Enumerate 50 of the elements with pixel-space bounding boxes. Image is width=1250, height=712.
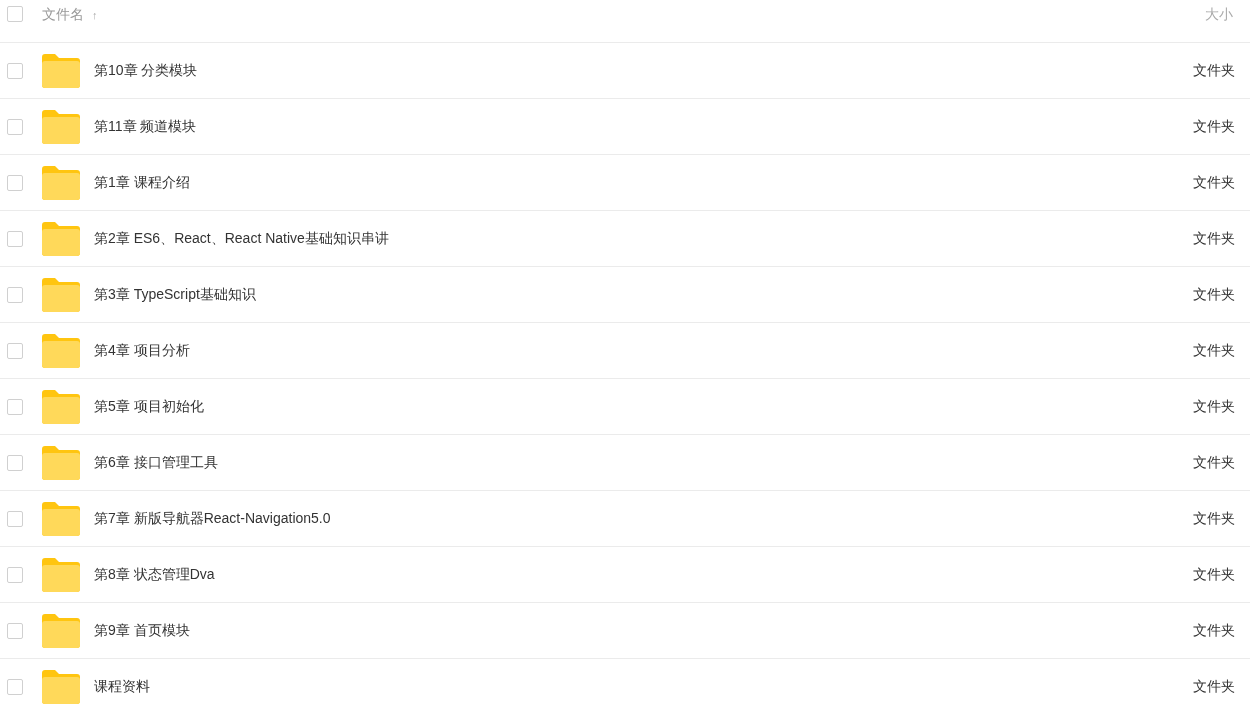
file-name[interactable]: 第4章 项目分析 [94,341,190,360]
file-size: 文件夹 [1193,565,1235,584]
checkbox[interactable] [7,398,23,415]
file-name[interactable]: 第11章 频道模块 [94,117,197,136]
folder-icon [42,277,80,312]
file-size: 文件夹 [1193,621,1235,640]
folder-icon [42,389,80,424]
folder-icon [42,445,80,480]
file-size: 文件夹 [1193,509,1235,528]
file-name[interactable]: 课程资料 [94,677,150,696]
checkbox[interactable] [7,454,23,471]
folder-icon [42,557,80,592]
file-name[interactable]: 第7章 新版导航器React-Navigation5.0 [94,509,331,528]
checkbox[interactable] [7,622,23,639]
checkbox[interactable] [7,230,23,247]
file-name[interactable]: 第10章 分类模块 [94,61,198,80]
file-name[interactable]: 第3章 TypeScript基础知识 [94,285,256,304]
file-size: 文件夹 [1193,285,1235,304]
file-name[interactable]: 第6章 接口管理工具 [94,453,218,472]
file-size: 文件夹 [1193,677,1235,696]
folder-icon [42,669,80,704]
checkbox[interactable] [7,62,23,79]
file-name[interactable]: 第5章 项目初始化 [94,397,204,416]
file-size: 文件夹 [1193,61,1235,80]
checkbox[interactable] [7,342,23,359]
folder-icon [42,109,80,144]
checkbox[interactable] [7,678,23,695]
file-size: 文件夹 [1193,229,1235,248]
folder-icon [42,221,80,256]
file-name[interactable]: 第9章 首页模块 [94,621,190,640]
folder-icon [42,53,80,88]
file-name[interactable]: 第2章 ES6、React、React Native基础知识串讲 [94,229,389,248]
checkbox[interactable] [7,510,23,527]
file-name[interactable]: 第8章 状态管理Dva [94,565,215,584]
sort-arrow: ↑ [92,9,98,21]
checkbox[interactable] [7,174,23,191]
file-size: 文件夹 [1193,173,1235,192]
checkbox[interactable] [7,566,23,583]
checkbox[interactable] [7,286,23,303]
file-size: 文件夹 [1193,397,1235,416]
folder-icon [42,613,80,648]
folder-icon [42,501,80,536]
file-size: 文件夹 [1193,117,1235,136]
folder-icon [42,165,80,200]
file-size: 文件夹 [1193,341,1235,360]
file-size: 文件夹 [1193,453,1235,472]
checkbox[interactable] [7,6,23,22]
checkbox[interactable] [7,118,23,135]
folder-icon [42,333,80,368]
file-name[interactable]: 第1章 课程介绍 [94,173,190,192]
